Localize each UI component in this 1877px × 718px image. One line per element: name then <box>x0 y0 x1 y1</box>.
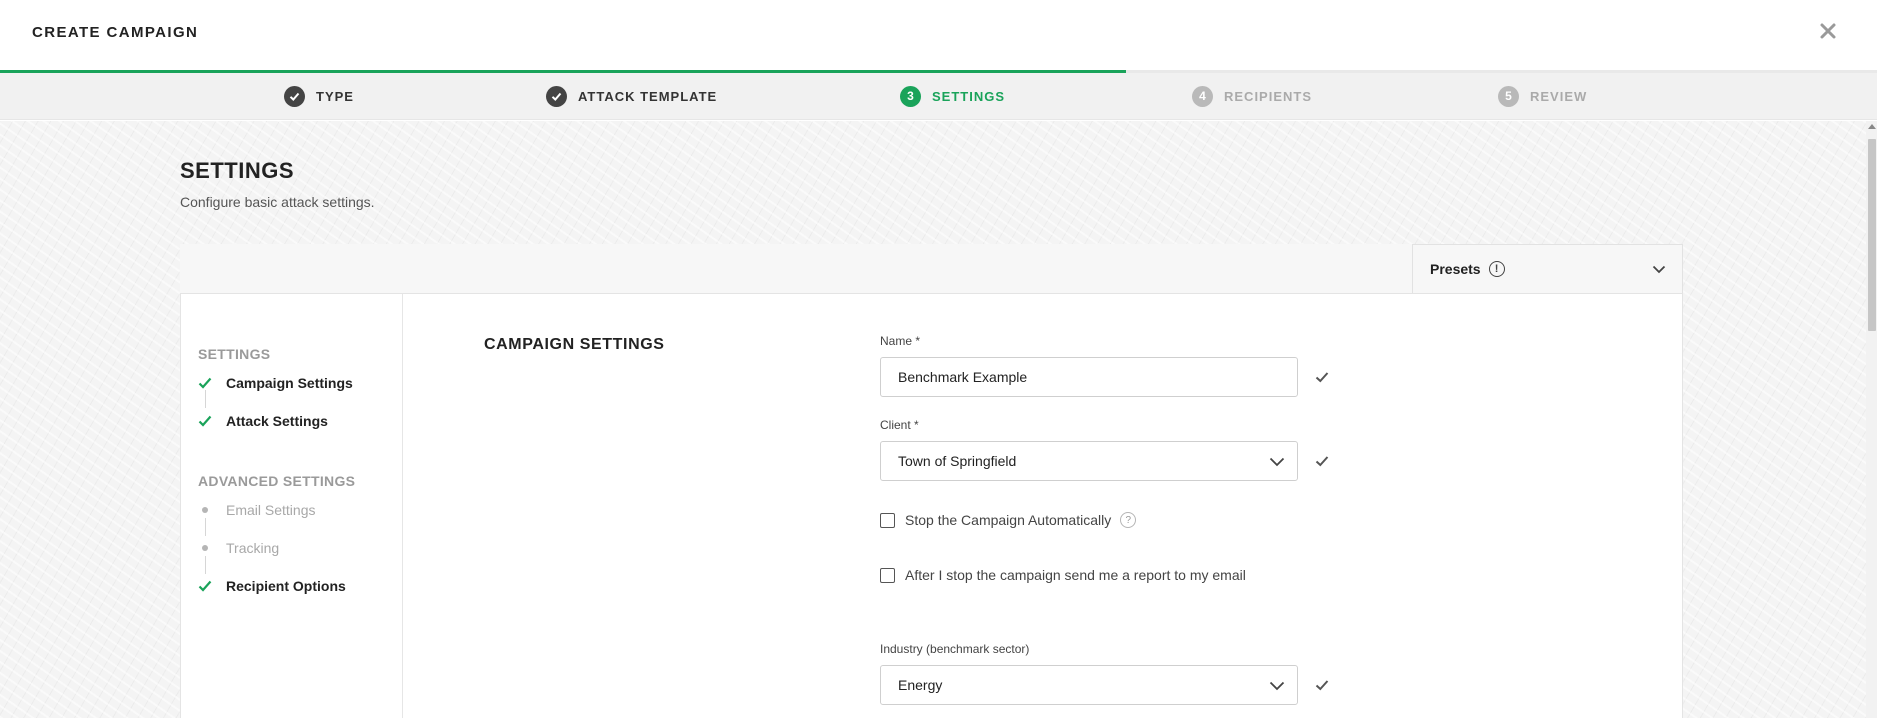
nav-item-recipient-options[interactable]: Recipient Options <box>198 575 346 597</box>
name-label: Name * <box>880 334 921 348</box>
wizard-steps: TYPE ATTACK TEMPLATE 3 SETTINGS 4 RECIPI… <box>0 73 1877 120</box>
client-select-value: Town of Springfield <box>898 453 1017 469</box>
step-number-badge: 3 <box>900 85 921 107</box>
chevron-down-icon <box>1269 454 1285 470</box>
client-label: Client * <box>880 418 919 432</box>
check-icon <box>1314 369 1330 385</box>
industry-label: Industry (benchmark sector) <box>880 642 1030 656</box>
info-icon[interactable]: ! <box>1488 261 1505 277</box>
presets-label: Presets <box>1430 261 1481 277</box>
step-number-badge: 4 <box>1192 85 1213 107</box>
industry-select[interactable]: Energy <box>880 665 1298 705</box>
nav-item-email-settings[interactable]: Email Settings <box>198 499 315 521</box>
pending-dot-icon <box>202 545 208 551</box>
settings-sidenav: SETTINGS Campaign Settings Attack Settin… <box>181 294 403 718</box>
page-title: SETTINGS <box>180 158 295 183</box>
step-number-badge: 5 <box>1498 85 1519 107</box>
nav-item-label: Attack Settings <box>226 413 328 429</box>
scrollbar-thumb[interactable] <box>1868 139 1876 331</box>
nav-item-label: Email Settings <box>226 502 316 518</box>
nav-group-settings: SETTINGS <box>198 346 271 362</box>
check-icon <box>1314 677 1330 693</box>
pending-dot-icon <box>202 507 208 513</box>
section-title: CAMPAIGN SETTINGS <box>484 336 665 353</box>
name-input[interactable]: Benchmark Example <box>880 357 1298 397</box>
modal-title: CREATE CAMPAIGN <box>32 24 199 41</box>
check-icon <box>284 85 305 107</box>
name-input-value: Benchmark Example <box>898 369 1028 385</box>
nav-item-campaign-settings[interactable]: Campaign Settings <box>198 372 353 394</box>
nav-item-attack-settings[interactable]: Attack Settings <box>198 410 328 432</box>
settings-card: SETTINGS Campaign Settings Attack Settin… <box>180 293 1683 718</box>
step-recipients[interactable]: 4 RECIPIENTS <box>1192 85 1312 107</box>
help-icon[interactable]: ? <box>1120 512 1137 528</box>
presets-dropdown[interactable]: Presets ! <box>1412 244 1683 293</box>
chevron-down-icon <box>1269 678 1285 694</box>
send-report-option[interactable]: After I stop the campaign send me a repo… <box>880 567 1246 583</box>
send-report-label: After I stop the campaign send me a repo… <box>905 567 1246 583</box>
scroll-up-arrow-icon[interactable] <box>1868 124 1876 129</box>
industry-select-value: Energy <box>898 677 943 693</box>
client-select[interactable]: Town of Springfield <box>880 441 1298 481</box>
scrollbar[interactable] <box>1866 121 1877 718</box>
step-type[interactable]: TYPE <box>284 85 354 107</box>
send-report-checkbox[interactable] <box>880 567 895 583</box>
nav-item-label: Campaign Settings <box>226 375 353 391</box>
modal-header: CREATE CAMPAIGN <box>0 0 1877 70</box>
nav-item-tracking[interactable]: Tracking <box>198 537 279 559</box>
nav-item-label: Recipient Options <box>226 578 346 594</box>
nav-item-label: Tracking <box>226 540 280 556</box>
stop-automatically-checkbox[interactable] <box>880 512 895 528</box>
step-label: SETTINGS <box>932 88 1006 104</box>
step-label: ATTACK TEMPLATE <box>578 88 718 104</box>
stop-automatically-option[interactable]: Stop the Campaign Automatically ? <box>880 512 1137 528</box>
step-review[interactable]: 5 REVIEW <box>1498 85 1587 107</box>
step-settings[interactable]: 3 SETTINGS <box>900 85 1005 107</box>
page-subtitle: Configure basic attack settings. <box>180 194 375 210</box>
step-label: REVIEW <box>1530 88 1588 104</box>
check-icon <box>198 580 212 592</box>
check-icon <box>546 85 567 107</box>
stop-automatically-label: Stop the Campaign Automatically <box>905 512 1112 528</box>
check-icon <box>198 415 212 427</box>
chevron-down-icon <box>1652 261 1666 279</box>
close-icon[interactable] <box>1817 20 1839 42</box>
step-label: TYPE <box>316 88 354 104</box>
check-icon <box>1314 453 1330 469</box>
step-label: RECIPIENTS <box>1224 88 1313 104</box>
step-attack-template[interactable]: ATTACK TEMPLATE <box>546 85 717 107</box>
check-icon <box>198 377 212 389</box>
nav-group-advanced-settings: ADVANCED SETTINGS <box>198 473 356 489</box>
